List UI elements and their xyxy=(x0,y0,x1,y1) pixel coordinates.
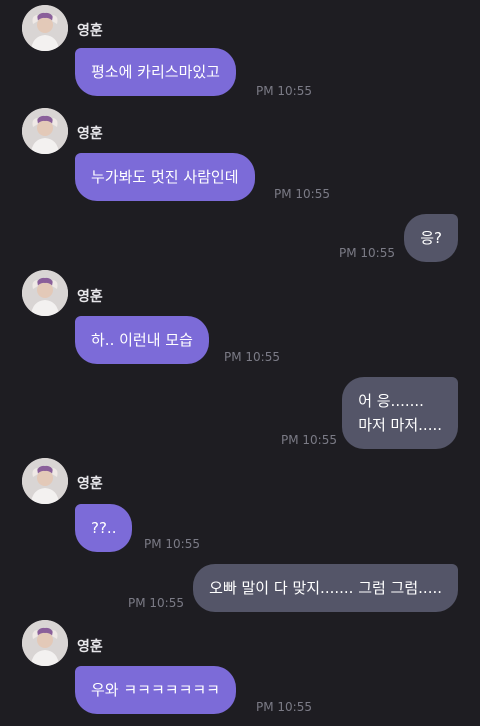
sender-name: 영훈 xyxy=(77,126,103,142)
message-line: 마저 마저..... xyxy=(358,416,442,434)
message-bubble[interactable]: 평소에 카리스마있고 xyxy=(75,48,236,96)
avatar-photo-icon xyxy=(22,108,68,154)
message-bubble[interactable]: ??.. xyxy=(75,504,133,552)
sender-name: 영훈 xyxy=(77,289,103,305)
avatar[interactable] xyxy=(22,270,68,316)
avatar[interactable] xyxy=(22,108,68,154)
message-bubble[interactable]: 하.. 이런내 모습 xyxy=(75,316,209,364)
message-bubble[interactable]: 누가봐도 멋진 사람인데 xyxy=(75,153,255,201)
message-bubble[interactable]: 오빠 말이 다 맞지....... 그럼 그럼..... xyxy=(193,564,458,612)
avatar-photo-icon xyxy=(22,620,68,666)
message-line: 어 응....... xyxy=(358,392,424,410)
message-timestamp: PM 10:55 xyxy=(224,350,280,364)
message-timestamp: PM 10:55 xyxy=(339,246,395,260)
message-timestamp: PM 10:55 xyxy=(256,84,312,98)
sender-name: 영훈 xyxy=(77,476,103,492)
chat-screen: 영훈 평소에 카리스마있고 PM 10:55 영훈 누가봐도 멋진 사람인데 P… xyxy=(0,0,480,726)
avatar-photo-icon xyxy=(22,5,68,51)
avatar[interactable] xyxy=(22,620,68,666)
message-timestamp: PM 10:55 xyxy=(256,700,312,714)
avatar[interactable] xyxy=(22,458,68,504)
message-bubble[interactable]: 우와 ㅋㅋㅋㅋㅋㅋㅋ xyxy=(75,666,236,714)
sender-name: 영훈 xyxy=(77,639,103,655)
message-timestamp: PM 10:55 xyxy=(144,537,200,551)
message-timestamp: PM 10:55 xyxy=(281,433,337,447)
message-bubble[interactable]: 어 응....... 마저 마저..... xyxy=(342,377,458,449)
avatar[interactable] xyxy=(22,5,68,51)
message-timestamp: PM 10:55 xyxy=(128,596,184,610)
avatar-photo-icon xyxy=(22,458,68,504)
sender-name: 영훈 xyxy=(77,23,103,39)
message-bubble[interactable]: 응? xyxy=(404,214,458,262)
message-timestamp: PM 10:55 xyxy=(274,187,330,201)
avatar-photo-icon xyxy=(22,270,68,316)
